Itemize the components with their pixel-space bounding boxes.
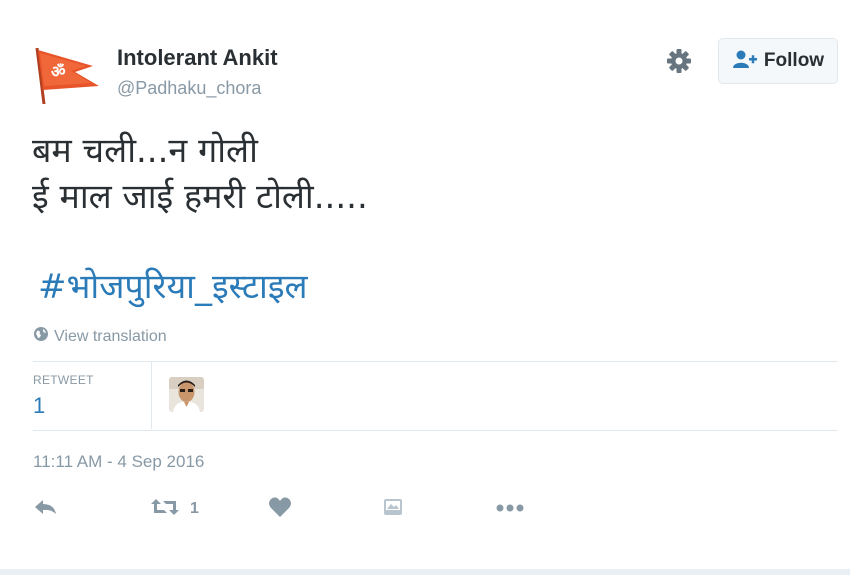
heart-icon (268, 496, 292, 523)
retweet-stat-count[interactable]: 1 (33, 393, 45, 419)
tweet-timestamp[interactable]: 11:11 AM - 4 Sep 2016 (33, 452, 204, 472)
bottom-bar (0, 569, 850, 575)
tweet-line-2: ई माल जाई हमरी टोली..... (32, 177, 368, 217)
reply-button[interactable] (33, 495, 59, 523)
retweeter-avatar[interactable] (169, 377, 204, 412)
reply-icon (33, 497, 59, 522)
view-translation-link[interactable]: View translation (33, 326, 167, 347)
flag-icon: ॐ (35, 47, 99, 105)
retweet-stat-label: RETWEET (33, 373, 94, 387)
tweet-line-1: बम चली...न गोली (32, 131, 258, 171)
retweet-count: 1 (190, 500, 199, 517)
tweet-text: बम चली...न गोली ई माल जाई हमरी टोली..... (32, 128, 812, 220)
author-name[interactable]: Intolerant Ankit (117, 45, 278, 71)
retweet-button[interactable]: 1 (150, 495, 199, 523)
svg-text:ॐ: ॐ (51, 62, 66, 81)
profile-avatar[interactable]: ॐ (31, 44, 103, 106)
gear-icon[interactable] (664, 46, 694, 76)
follow-button[interactable]: Follow (718, 38, 838, 84)
divider (33, 430, 838, 431)
view-translation-label: View translation (54, 327, 167, 345)
more-button[interactable] (495, 495, 525, 523)
author-handle[interactable]: @Padhaku_chora (117, 78, 261, 99)
follow-button-label: Follow (763, 50, 825, 71)
image-icon (382, 497, 404, 522)
like-button[interactable] (268, 495, 292, 523)
globe-icon (33, 326, 49, 347)
stats-separator (151, 362, 152, 429)
divider (33, 361, 838, 362)
more-dots-icon (495, 500, 525, 518)
retweet-icon (150, 497, 180, 522)
add-user-icon (732, 49, 758, 74)
gif-button[interactable] (382, 495, 404, 523)
hashtag-link[interactable]: #भोजपुरिया_इस्टाइल (38, 262, 308, 308)
tweet-card: ॐ Intolerant Ankit @Padhaku_chora Follow… (0, 0, 850, 575)
